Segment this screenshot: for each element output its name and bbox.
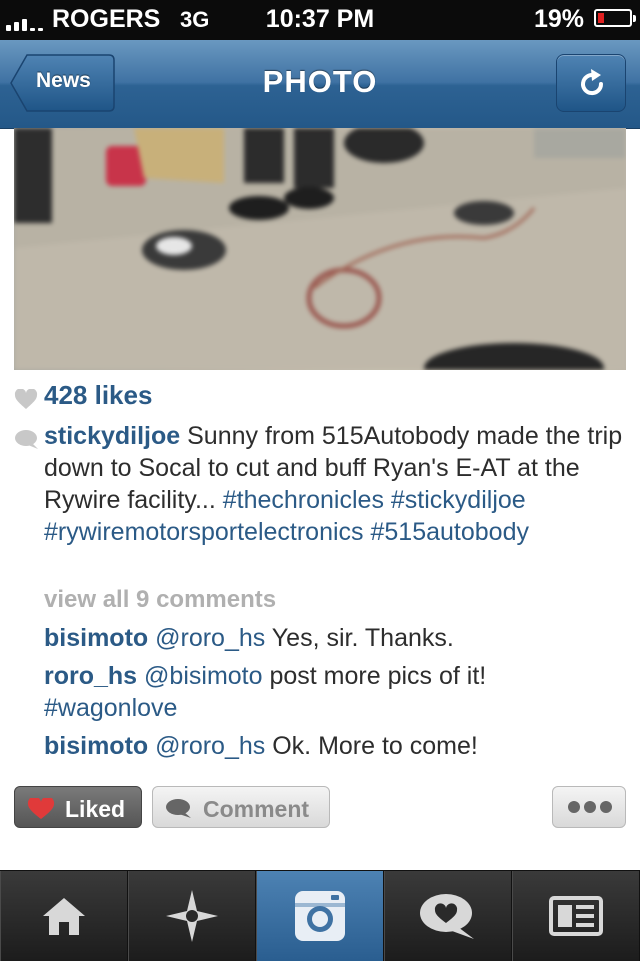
post-caption: stickydiljoe Sunny from 515Autobody made… [44,420,628,548]
more-icon [568,801,612,813]
refresh-button[interactable] [556,54,626,112]
tab-bar [0,870,640,961]
comment-mention[interactable]: @bisimoto [144,662,262,690]
comment-text: Ok. More to come! [272,732,478,760]
profile-icon [549,896,603,936]
page-title: PHOTO [262,64,378,99]
hashtag[interactable]: #515autobody [371,518,529,546]
battery-percent: 19% [533,5,584,33]
comment-username[interactable]: bisimoto [44,732,148,760]
comment-text: post more pics of it! [269,662,487,690]
liked-label: Liked [65,796,126,822]
home-icon [43,898,85,935]
comment-text: Yes, sir. Thanks. [271,624,454,652]
comment-icon [15,430,38,449]
comment-username[interactable]: roro_hs [44,662,137,690]
heart-icon [14,389,38,409]
hashtag[interactable]: #rywiremotorsportelectronics [44,518,364,546]
news-icon [420,894,474,939]
more-button[interactable] [552,786,626,828]
hashtag[interactable]: #thechronicles [223,486,384,514]
heart-icon [27,798,55,819]
battery-icon [594,9,636,27]
comment-mention[interactable]: @roro_hs [155,732,265,760]
comment-button[interactable]: Comment [152,786,330,828]
view-all-comments-link[interactable]: view all 9 comments [44,586,276,614]
liked-button[interactable]: Liked [14,786,142,828]
likes-label: 428 likes [44,380,153,410]
tab-camera[interactable] [256,871,384,961]
hashtag[interactable]: #wagonlove [44,694,177,722]
comment-username[interactable]: bisimoto [44,624,148,652]
status-bar: ROGERS 3G 10:37 PM 19% [0,0,640,40]
caption-username[interactable]: stickydiljoe [44,422,180,450]
comment-icon [166,799,191,818]
tab-home[interactable] [0,871,128,961]
post-photo[interactable] [14,128,626,370]
comment-item: bisimoto @roro_hs Ok. More to come! [44,730,628,762]
explore-icon [166,890,218,942]
hashtag[interactable]: #stickydiljoe [391,486,526,514]
refresh-icon [581,69,604,96]
comment-mention[interactable]: @roro_hs [155,624,265,652]
camera-icon [295,891,345,941]
tab-profile[interactable] [512,871,640,961]
nav-bar: News PHOTO [0,40,640,129]
tab-explore[interactable] [128,871,256,961]
comment-label: Comment [203,796,310,822]
tab-news[interactable] [384,871,512,961]
comment-item: bisimoto @roro_hs Yes, sir. Thanks. [44,622,628,654]
comment-item: roro_hs @bisimoto post more pics of it! … [44,660,628,724]
